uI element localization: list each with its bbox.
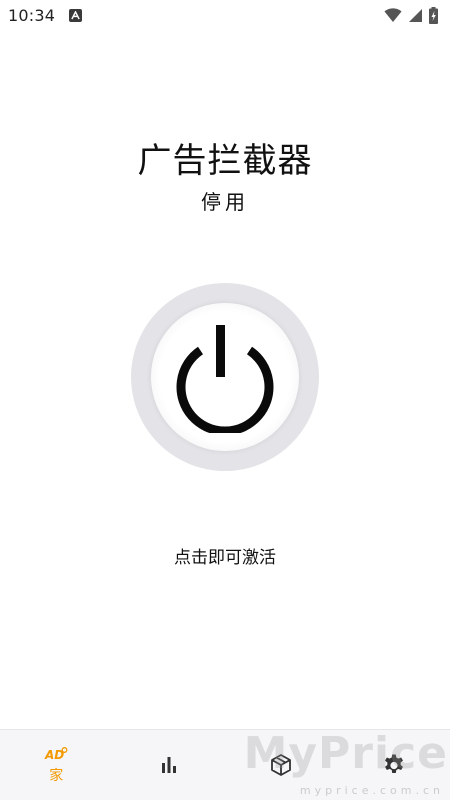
ad-icon: AD [44, 746, 68, 762]
bottom-nav: AD 家 [0, 729, 450, 800]
status-bar: 10:34 [0, 0, 450, 30]
a-letter-icon [69, 8, 83, 22]
bar-chart-icon [161, 757, 176, 773]
blocker-state: 停用 [201, 190, 249, 214]
screen: 10:34 广告拦截器 停用 点击即可激活 AD 家 MyPrice mypri… [0, 0, 450, 800]
battery-charging-icon [429, 6, 438, 24]
nav-item-settings[interactable] [338, 730, 450, 800]
wifi-icon [384, 7, 402, 22]
nav-item-packages[interactable] [225, 730, 338, 800]
activate-hint: 点击即可激活 [174, 548, 276, 568]
package-icon [271, 754, 292, 776]
signal-icon [409, 8, 422, 22]
status-icons [384, 6, 438, 24]
nav-item-stats[interactable] [113, 730, 226, 800]
page-title: 广告拦截器 [137, 141, 313, 181]
nav-label-home: 家 [49, 767, 64, 784]
nav-item-home[interactable]: AD 家 [0, 730, 113, 800]
gear-icon [384, 754, 403, 773]
status-time: 10:34 [8, 5, 56, 25]
power-button[interactable] [131, 283, 319, 471]
ad-icon-text: AD [44, 748, 64, 762]
power-icon [176, 325, 274, 433]
power-button-face [151, 303, 299, 451]
